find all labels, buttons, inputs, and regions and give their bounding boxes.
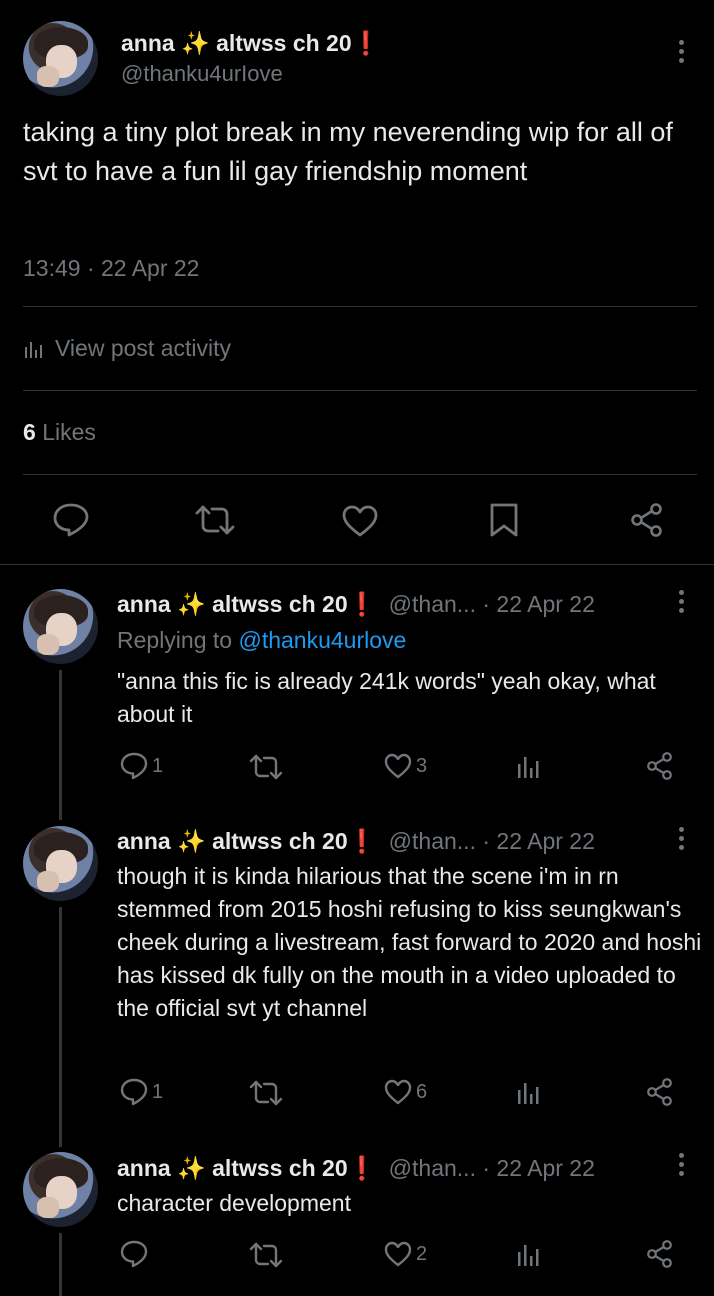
analytics-icon	[23, 338, 45, 360]
retweet-icon[interactable]	[248, 753, 284, 781]
divider	[23, 390, 697, 391]
like-count: 2	[416, 1242, 428, 1265]
share-icon[interactable]	[629, 502, 665, 538]
avatar[interactable]	[23, 826, 98, 901]
reply-header[interactable]: anna ✨ altwss ch 20❗ @than... · 22 Apr 2…	[117, 591, 595, 618]
like-count: 3	[416, 754, 428, 777]
more-options-icon[interactable]	[679, 40, 685, 67]
reply-count: 1	[152, 754, 164, 777]
share-icon[interactable]	[645, 1077, 675, 1107]
reply-text: "anna this fic is already 241k words" ye…	[117, 668, 656, 727]
avatar[interactable]	[23, 1152, 98, 1227]
analytics-icon[interactable]	[516, 1080, 542, 1106]
reply-icon[interactable]: 1	[119, 751, 163, 781]
avatar[interactable]	[23, 589, 98, 664]
sparkle-icon: ✨	[177, 591, 206, 617]
avatar[interactable]	[23, 21, 98, 96]
divider	[0, 564, 714, 565]
more-options-icon[interactable]	[679, 1153, 685, 1180]
like-icon[interactable]: 3	[383, 752, 427, 780]
reply-count: 1	[152, 1080, 164, 1103]
exclamation-icon: ❗	[347, 828, 377, 854]
sparkle-icon: ✨	[177, 828, 206, 854]
exclamation-icon: ❗	[351, 30, 381, 56]
reply-header[interactable]: anna ✨ altwss ch 20❗ @than... · 22 Apr 2…	[117, 828, 595, 855]
like-icon[interactable]	[341, 504, 379, 538]
bookmark-icon[interactable]	[489, 502, 519, 538]
thread-line	[59, 907, 62, 1147]
share-icon[interactable]	[645, 1239, 675, 1269]
retweet-icon[interactable]	[194, 504, 236, 536]
thread-line	[59, 670, 62, 820]
sparkle-icon: ✨	[177, 1155, 206, 1181]
exclamation-icon: ❗	[347, 1155, 377, 1181]
author-handle[interactable]: @thanku4urIove	[121, 61, 283, 87]
retweet-icon[interactable]	[248, 1079, 284, 1107]
tweet-timestamp[interactable]: 13:49 · 22 Apr 22	[23, 255, 199, 282]
tweet-text: taking a tiny plot break in my neverendi…	[23, 117, 673, 186]
author-name[interactable]: anna ✨ altwss ch 20❗	[121, 30, 380, 57]
retweet-icon[interactable]	[248, 1241, 284, 1269]
divider	[23, 474, 697, 475]
exclamation-icon: ❗	[347, 591, 377, 617]
divider	[23, 306, 697, 307]
replying-to-link[interactable]: @thanku4urlove	[238, 627, 406, 653]
reply-text: though it is kinda hilarious that the sc…	[117, 863, 702, 1021]
like-count: 6	[416, 1080, 428, 1103]
reply-header[interactable]: anna ✨ altwss ch 20❗ @than... · 22 Apr 2…	[117, 1155, 595, 1182]
reply-text: character development	[117, 1190, 351, 1216]
like-icon[interactable]: 2	[383, 1240, 427, 1268]
analytics-icon[interactable]	[516, 1242, 542, 1268]
view-activity-link[interactable]: View post activity	[23, 335, 231, 362]
likes-summary[interactable]: 6 Likes	[23, 419, 96, 446]
thread-line	[59, 1233, 62, 1296]
sparkle-icon: ✨	[181, 30, 210, 56]
more-options-icon[interactable]	[679, 827, 685, 854]
reply-icon[interactable]	[52, 502, 90, 538]
more-options-icon[interactable]	[679, 590, 685, 617]
reply-icon[interactable]: 1	[119, 1077, 163, 1107]
replying-to: Replying to @thanku4urlove	[117, 627, 407, 653]
reply-icon[interactable]	[119, 1239, 152, 1269]
like-icon[interactable]: 6	[383, 1078, 427, 1106]
analytics-icon[interactable]	[516, 754, 542, 780]
share-icon[interactable]	[645, 751, 675, 781]
